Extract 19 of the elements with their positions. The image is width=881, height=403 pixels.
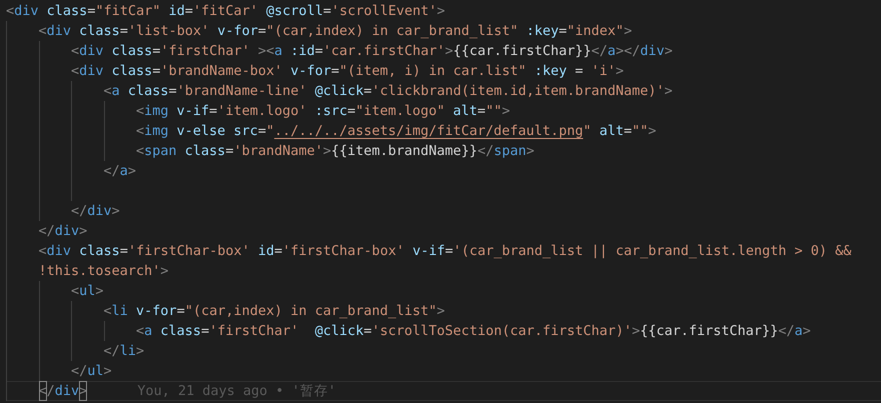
code-line: <div class='brandName-box' v-for="(item, i) in car.list" :key = 'i'> [71,62,624,80]
code-line: <img v-else src="../../../assets/img/fitCar/default.png" alt=""> [136,122,656,140]
code-line: <a class='brandName-line' @click='clickbrand(item.id,item.brandName)'> [104,82,673,100]
code-line: </ul> [71,362,112,380]
code-line: !this.tosearch'> [38,262,169,280]
code-line: <ul> [71,282,104,300]
code-line: </a> [104,162,136,180]
code-line: <a class='firstChar' @click='scrollToSection(car.firstChar)'>{{car.firstChar}}</a> [136,322,811,340]
code-line: <div class="fitCar" id='fitCar' @scroll='scrollEvent'> [6,2,446,20]
code-line: <div class='firstChar-box' id='firstChar-box' v-if='(car_brand_list || car_brand_list.length > 0) && [38,242,852,260]
code-line: </div> [38,222,88,240]
code-line: </li> [104,342,144,360]
code-line: <img v-if='item.logo' :src="item.logo" alt=""> [136,102,510,120]
code-line: <li v-for="(car,index) in car_brand_list"> [104,302,445,320]
code-line: <div class='list-box' v-for="(car,index) in car_brand_list" :key="index"> [38,22,632,40]
code-line: </div> [71,202,120,220]
blame-annotation: You, 21 days ago • '暂存' [137,382,336,401]
code-line: <span class='brandName'>{{item.brandName}}</span> [136,142,534,160]
code-line: <div class='firstChar' ><a :id='car.firstChar'>{{car.firstChar}}</a></div> [71,42,673,60]
